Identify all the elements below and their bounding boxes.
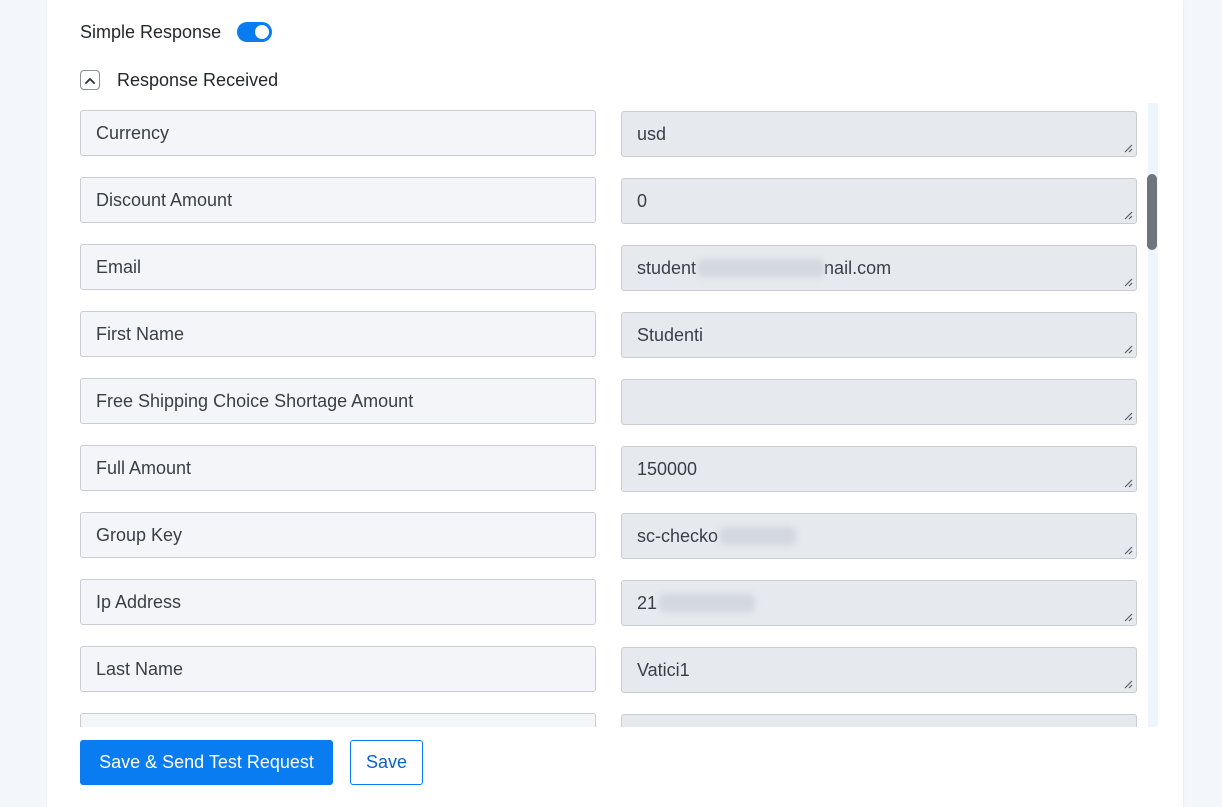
field-value[interactable]: Studenti <box>621 312 1137 358</box>
field-row <box>80 713 1138 727</box>
field-row: First Name Studenti <box>80 311 1138 358</box>
field-key[interactable]: First Name <box>80 311 596 357</box>
field-value[interactable]: Vatici1 <box>621 647 1137 693</box>
field-value-text: sc-checko <box>637 525 719 546</box>
field-key[interactable] <box>80 713 596 727</box>
field-key[interactable]: Discount Amount <box>80 177 596 223</box>
field-value-text: Vatici1 <box>637 659 690 680</box>
response-fields-list: Currency usd Discount Amount 0 Email student n… <box>80 103 1158 727</box>
save-and-send-test-request-button[interactable]: Save & Send Test Request <box>80 740 333 785</box>
redacted-segment <box>720 527 797 545</box>
resize-grip-icon[interactable] <box>1124 278 1133 287</box>
field-row: Full Amount 150000 <box>80 445 1138 492</box>
redacted-segment <box>698 259 825 277</box>
simple-response-toggle[interactable] <box>237 22 273 42</box>
field-value-text: 21 <box>637 592 658 613</box>
redacted-segment <box>659 594 756 612</box>
field-key[interactable]: Ip Address <box>80 579 596 625</box>
field-key[interactable]: Email <box>80 244 596 290</box>
field-key[interactable]: Free Shipping Choice Shortage Amount <box>80 378 596 424</box>
resize-grip-icon[interactable] <box>1124 412 1133 421</box>
field-value[interactable]: student nail.com <box>621 245 1137 291</box>
resize-grip-icon[interactable] <box>1124 680 1133 689</box>
resize-grip-icon[interactable] <box>1124 613 1133 622</box>
simple-response-row: Simple Response <box>80 20 273 44</box>
field-row: Free Shipping Choice Shortage Amount <box>80 378 1138 425</box>
field-value-text: student <box>637 257 697 278</box>
field-row: Ip Address 21 <box>80 579 1138 626</box>
resize-grip-icon[interactable] <box>1124 211 1133 220</box>
chevron-up-icon <box>85 77 95 84</box>
field-key[interactable]: Full Amount <box>80 445 596 491</box>
field-row: Discount Amount 0 <box>80 177 1138 224</box>
field-key[interactable]: Last Name <box>80 646 596 692</box>
field-value[interactable]: 21 <box>621 580 1137 626</box>
field-value-text: Studenti <box>637 324 704 345</box>
field-row: Email student nail.com <box>80 244 1138 291</box>
field-row: Last Name Vatici1 <box>80 646 1138 693</box>
field-value[interactable] <box>621 379 1137 425</box>
field-value[interactable]: 0 <box>621 178 1137 224</box>
field-value-text: usd <box>637 123 667 144</box>
resize-grip-icon[interactable] <box>1124 479 1133 488</box>
response-received-label: Response Received <box>117 69 279 90</box>
response-received-header: Response Received <box>80 68 278 92</box>
resize-grip-icon[interactable] <box>1124 345 1133 354</box>
simple-response-label: Simple Response <box>80 21 222 42</box>
field-value[interactable] <box>621 714 1137 727</box>
field-value-text: 0 <box>637 190 648 211</box>
save-button[interactable]: Save <box>350 740 423 785</box>
toggle-knob <box>255 25 270 39</box>
field-row: Group Key sc-checko <box>80 512 1138 559</box>
field-value[interactable]: usd <box>621 111 1137 157</box>
field-row: Currency usd <box>80 110 1138 157</box>
field-key[interactable]: Currency <box>80 110 596 156</box>
resize-grip-icon[interactable] <box>1124 144 1133 153</box>
collapse-button[interactable] <box>80 70 100 90</box>
field-value[interactable]: sc-checko <box>621 513 1137 559</box>
scrollbar-thumb[interactable] <box>1147 174 1157 250</box>
field-value[interactable]: 150000 <box>621 446 1137 492</box>
field-value-suffix: nail.com <box>824 257 892 278</box>
field-value-text: 150000 <box>637 458 698 479</box>
resize-grip-icon[interactable] <box>1124 546 1133 555</box>
field-key[interactable]: Group Key <box>80 512 596 558</box>
